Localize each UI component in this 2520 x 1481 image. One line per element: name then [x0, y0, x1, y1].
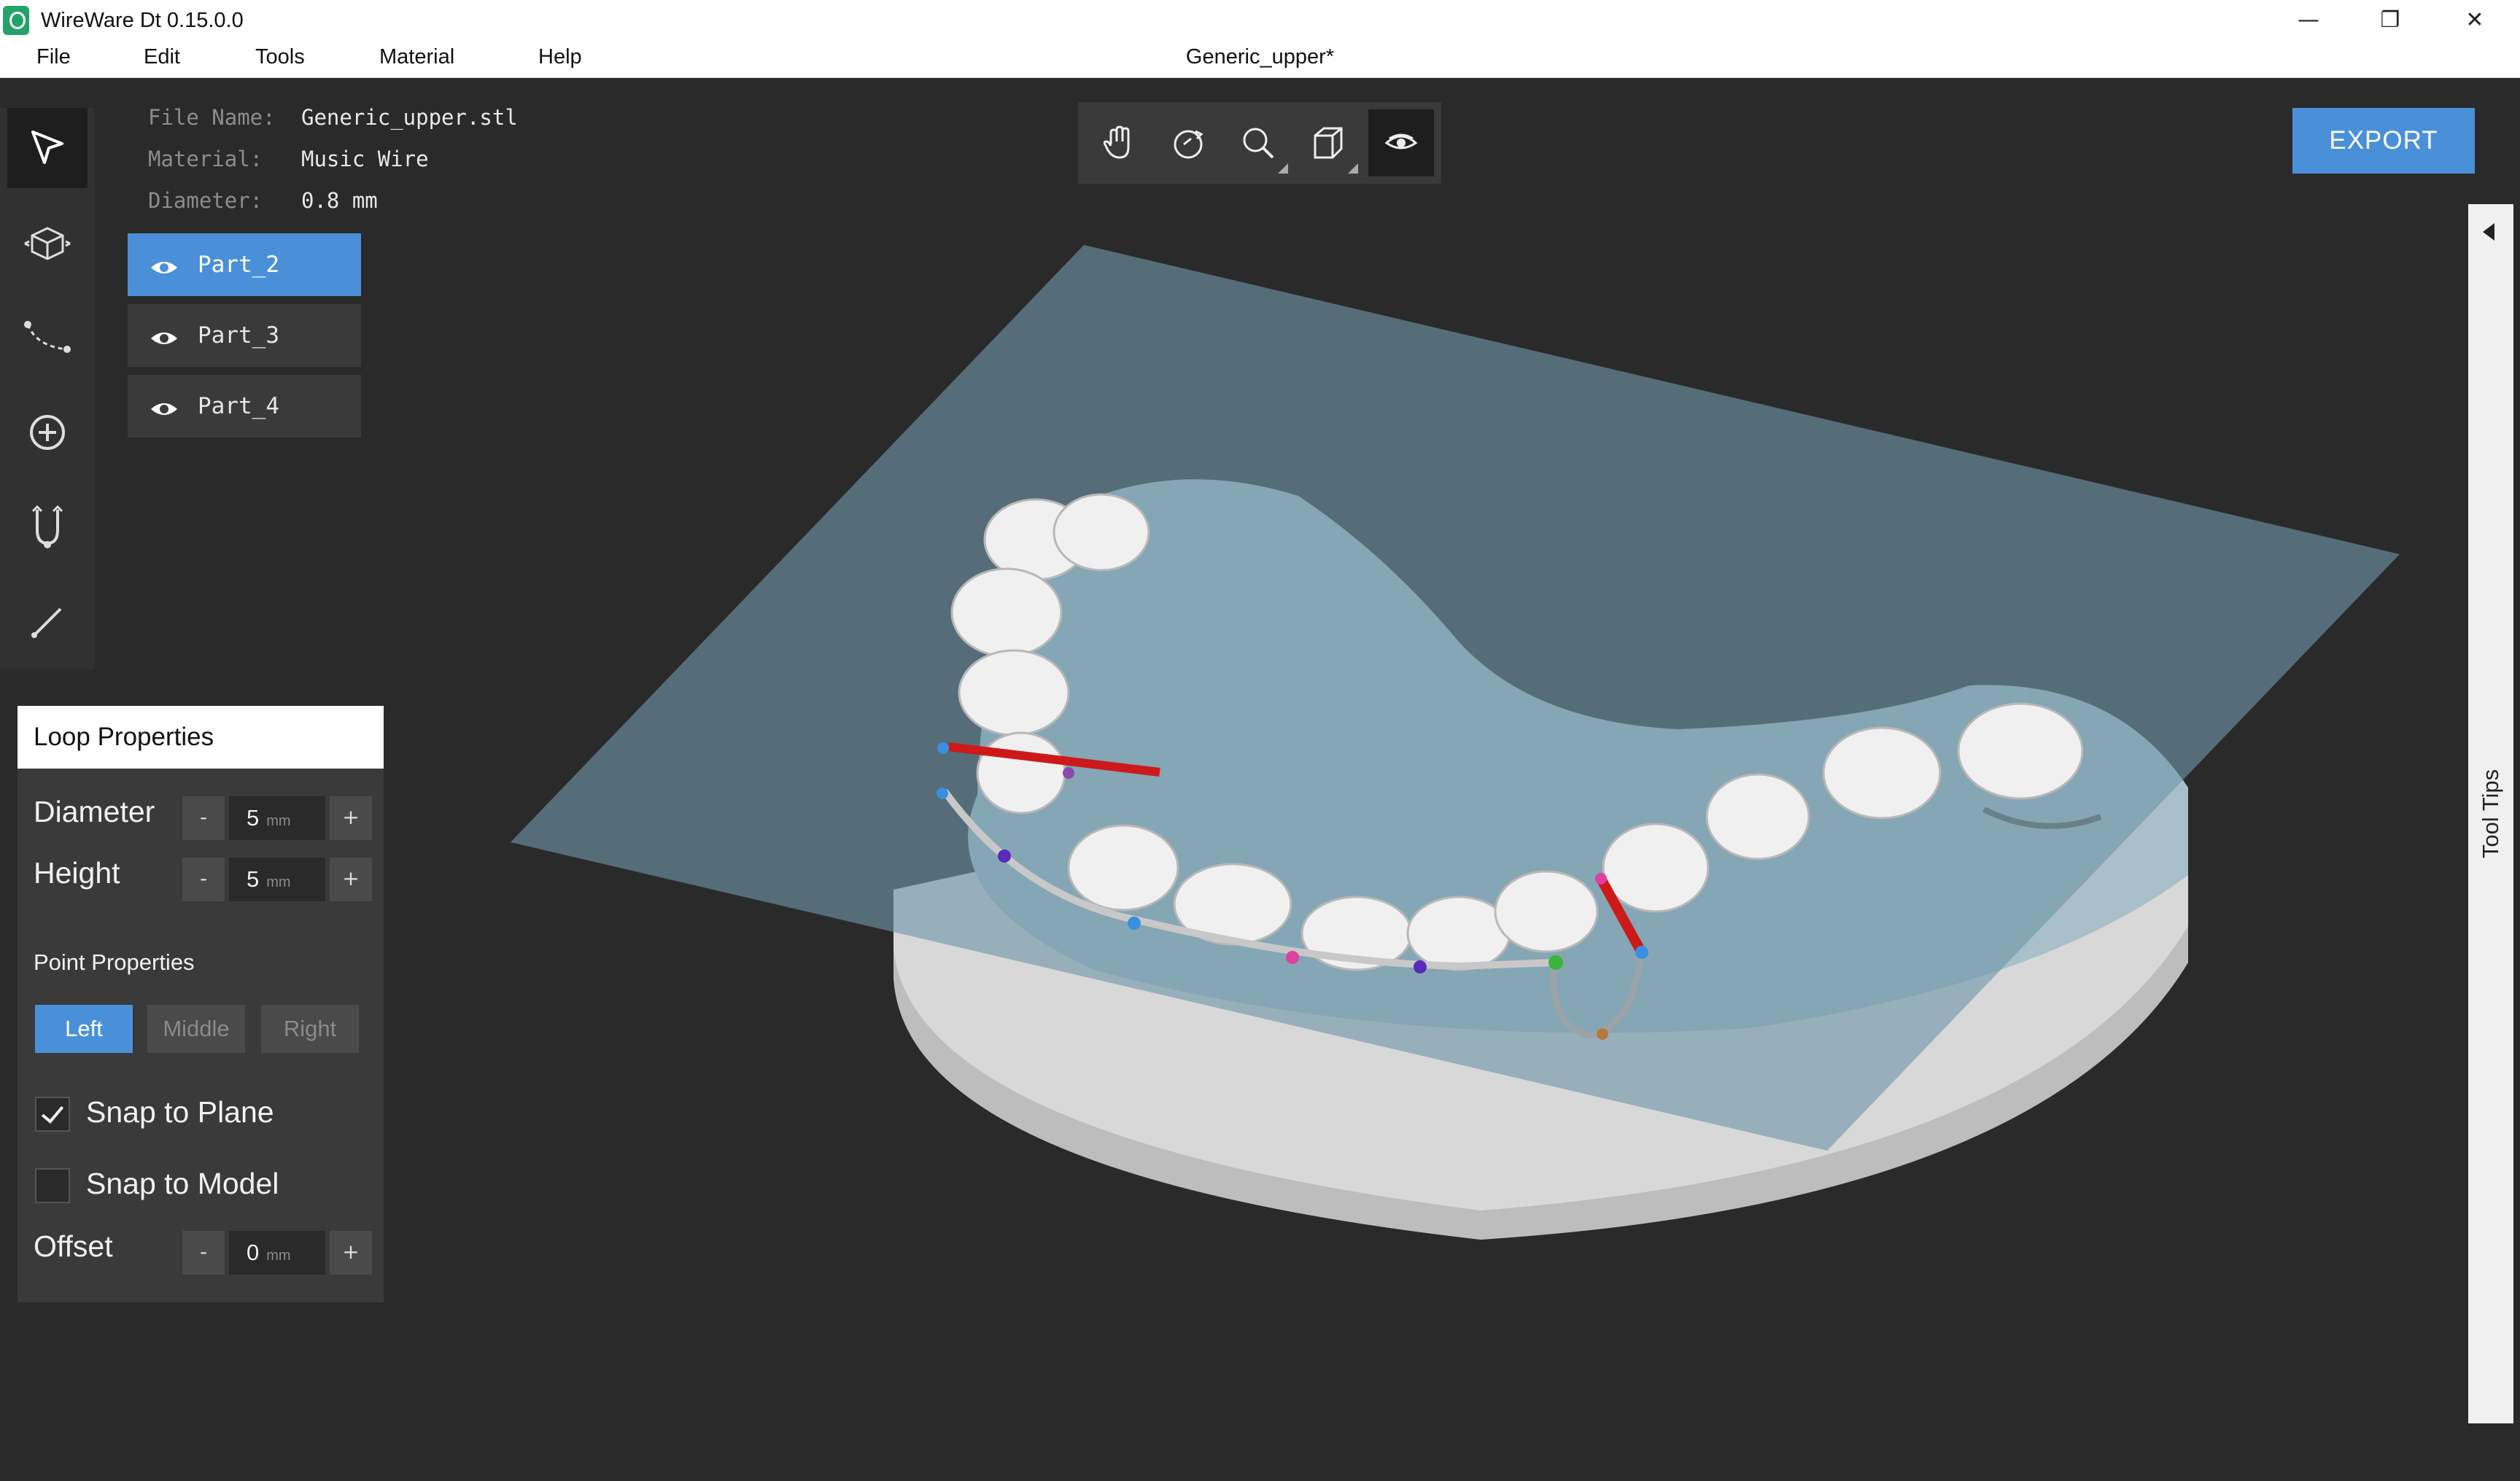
point-properties-label: Point Properties [34, 949, 195, 975]
diameter-stepper: - 5 mm + [182, 796, 376, 840]
point-middle-button[interactable]: Middle [147, 1005, 245, 1053]
loop-tool-button[interactable] [7, 487, 88, 567]
diameter-label: Diameter [34, 795, 155, 828]
line-icon [31, 607, 62, 638]
menu-edit[interactable]: Edit [144, 45, 180, 69]
diameter-input[interactable]: 5 mm [229, 796, 325, 840]
view-cube-icon [1314, 127, 1343, 159]
dropdown-corner-icon [1348, 163, 1358, 174]
app-title: WireWare Dt 0.15.0.0 [41, 9, 244, 32]
snap-to-model-label: Snap to Model [86, 1167, 279, 1200]
height-unit: mm [266, 874, 291, 890]
close-button[interactable]: ✕ [2435, 0, 2515, 42]
eye-icon[interactable] [150, 256, 179, 273]
offset-increment-button[interactable]: + [330, 1231, 372, 1275]
part-item-2[interactable]: Part_2 [128, 233, 361, 296]
tool-tips-label: Tool Tips [2478, 769, 2503, 859]
height-label: Height [34, 856, 120, 890]
diameter-value: 5 [247, 805, 260, 831]
diameter-decrement-button[interactable]: - [182, 796, 225, 840]
offset-unit: mm [266, 1248, 291, 1264]
part-label: Part_3 [198, 322, 279, 349]
diameter-info-label: Diameter: [148, 188, 263, 213]
eye-icon[interactable] [150, 397, 179, 415]
material-value: Music Wire [301, 147, 429, 171]
height-increment-button[interactable]: + [330, 858, 372, 901]
material-label: Material: [148, 147, 263, 171]
offset-value: 0 [247, 1240, 260, 1265]
offset-decrement-button[interactable]: - [182, 1231, 225, 1275]
tool-tips-panel[interactable]: Tool Tips [2468, 204, 2513, 1423]
view-toolbar [1078, 102, 1441, 184]
height-stepper: - 5 mm + [182, 858, 376, 901]
menu-help[interactable]: Help [538, 45, 582, 69]
part-label: Part_4 [198, 393, 279, 419]
menu-bar: File Edit Tools Material Help Generic_up… [0, 42, 2520, 78]
scene-canvas[interactable] [95, 77, 2520, 1481]
view-cube-button[interactable] [1295, 109, 1361, 176]
viewport-3d[interactable] [95, 77, 2520, 1481]
point-right-button[interactable]: Right [261, 1005, 359, 1053]
document-title: Generic_upper* [1185, 45, 1335, 69]
loop-properties-panel: Loop Properties Diameter - 5 mm + Height … [18, 706, 384, 1302]
point-left-button[interactable]: Left [35, 1005, 133, 1053]
part-item-4[interactable]: Part_4 [128, 375, 361, 438]
minimize-button[interactable]: — [2268, 0, 2349, 42]
left-toolbar [0, 108, 95, 669]
snap-to-plane-label: Snap to Plane [86, 1095, 274, 1129]
orbit-icon [1174, 130, 1203, 159]
pan-button[interactable] [1085, 109, 1151, 176]
offset-label: Offset [34, 1229, 113, 1263]
snap-to-plane-checkbox[interactable] [35, 1097, 70, 1132]
restore-button[interactable]: ❐ [2350, 0, 2430, 42]
height-decrement-button[interactable]: - [182, 858, 225, 901]
snap-to-model-checkbox[interactable] [35, 1168, 70, 1203]
height-input[interactable]: 5 mm [229, 858, 325, 901]
title-bar: WireWare Dt 0.15.0.0 — ❐ ✕ [0, 0, 2520, 42]
orbit-button[interactable] [1155, 109, 1221, 176]
cube-icon [24, 227, 71, 260]
u-loop-icon [31, 505, 63, 548]
wire-path-tool-button[interactable] [7, 298, 88, 378]
offset-stepper: - 0 mm + [182, 1231, 376, 1275]
diameter-increment-button[interactable]: + [330, 796, 372, 840]
menu-file[interactable]: File [36, 45, 71, 69]
height-value: 5 [247, 866, 260, 892]
line-tool-button[interactable] [7, 582, 88, 662]
file-name-label: File Name: [148, 105, 276, 130]
checkmark-icon [41, 1100, 64, 1124]
part-label: Part_2 [198, 252, 279, 278]
plus-circle-icon [30, 415, 65, 450]
expand-left-icon[interactable] [2483, 223, 2494, 241]
cursor-arrow-icon [31, 131, 63, 164]
add-point-tool-button[interactable] [7, 392, 88, 473]
file-info: File Name: Generic_upper.stl Material: Mus… [148, 105, 518, 230]
pan-hand-icon [1103, 125, 1130, 159]
diameter-info-value: 0.8 mm [301, 188, 378, 213]
visibility-button[interactable] [1368, 109, 1434, 176]
app-logo-icon [3, 6, 29, 35]
dotted-curve-icon [24, 321, 71, 353]
select-tool-button[interactable] [7, 108, 88, 188]
model-tool-button[interactable] [7, 203, 88, 283]
dropdown-corner-icon [1278, 163, 1288, 174]
diameter-unit: mm [266, 813, 291, 829]
zoom-icon [1243, 128, 1274, 159]
visibility-eye-icon [1384, 133, 1418, 149]
part-item-3[interactable]: Part_3 [128, 304, 361, 367]
export-button[interactable]: EXPORT [2292, 108, 2475, 174]
eye-icon[interactable] [150, 327, 179, 344]
menu-tools[interactable]: Tools [255, 45, 305, 69]
zoom-button[interactable] [1225, 109, 1291, 176]
offset-input[interactable]: 0 mm [229, 1231, 325, 1275]
file-name-value: Generic_upper.stl [301, 105, 518, 130]
menu-material[interactable]: Material [379, 45, 454, 69]
loop-properties-title: Loop Properties [18, 706, 384, 769]
